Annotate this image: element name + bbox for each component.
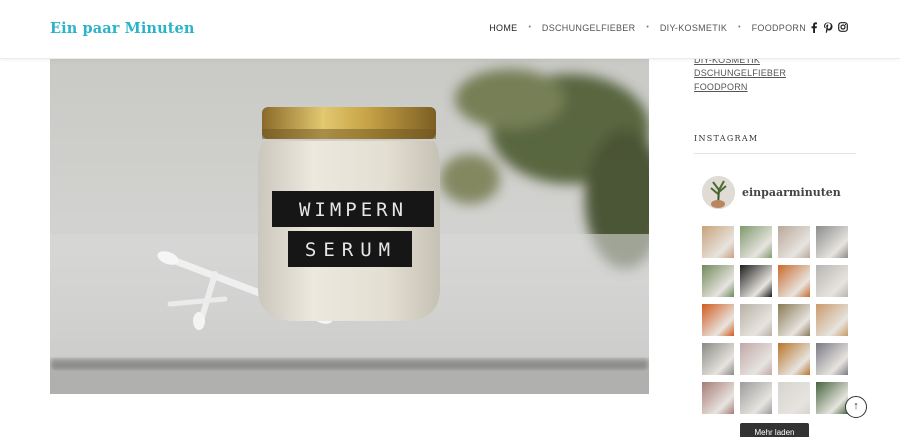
instagram-thumbnail[interactable] [778, 265, 810, 297]
instagram-thumbnail[interactable] [740, 226, 772, 258]
instagram-thumbnail[interactable] [740, 382, 772, 414]
category-link-dschungelfieber[interactable]: DSCHUNGELFIEBER [694, 68, 786, 78]
featured-image[interactable]: WIMPERN SERUM [50, 59, 649, 394]
back-to-top-button[interactable]: ↑ [845, 396, 867, 418]
social-links [810, 22, 848, 33]
category-link-foodporn[interactable]: FOODPORN [694, 82, 748, 92]
nav-item-home[interactable]: HOME [489, 23, 517, 33]
instagram-thumbnail[interactable] [816, 304, 848, 336]
instagram-thumbnail[interactable] [816, 382, 848, 414]
instagram-thumbnail[interactable] [740, 265, 772, 297]
nav-separator: • [738, 24, 741, 31]
nav-item-dschungelfieber[interactable]: DSCHUNGELFIEBER [542, 23, 636, 33]
avatar[interactable] [702, 176, 735, 209]
instagram-thumbnail[interactable] [740, 304, 772, 336]
main-nav: HOME • DSCHUNGELFIEBER • DIY-KOSMETIK • … [489, 22, 848, 33]
instagram-thumbnail[interactable] [816, 343, 848, 375]
facebook-icon[interactable] [810, 22, 818, 33]
instagram-thumbnail[interactable] [816, 226, 848, 258]
instagram-widget-title: INSTAGRAM [694, 134, 759, 143]
nav-item-diy-kosmetik[interactable]: DIY-KOSMETIK [660, 23, 727, 33]
instagram-feed-grid [702, 226, 848, 414]
jar-label-line2: SERUM [305, 239, 397, 261]
instagram-thumbnail[interactable] [740, 343, 772, 375]
load-more-button[interactable]: Mehr laden [740, 423, 809, 437]
instagram-thumbnail[interactable] [778, 226, 810, 258]
nav-separator: • [528, 24, 531, 31]
widget-divider [694, 153, 856, 154]
nav-item-foodporn[interactable]: FOODPORN [752, 23, 806, 33]
site-logo[interactable]: Ein paar Minuten [50, 20, 194, 37]
instagram-thumbnail[interactable] [816, 265, 848, 297]
instagram-thumbnail[interactable] [702, 226, 734, 258]
instagram-thumbnail[interactable] [778, 382, 810, 414]
nav-separator: • [646, 24, 649, 31]
instagram-header: einpaarminuten [702, 176, 841, 209]
jar-label-line1: WIMPERN [299, 199, 407, 221]
pinterest-icon[interactable] [823, 22, 833, 33]
instagram-thumbnail[interactable] [778, 304, 810, 336]
instagram-thumbnail[interactable] [702, 382, 734, 414]
instagram-thumbnail[interactable] [702, 343, 734, 375]
instagram-thumbnail[interactable] [778, 343, 810, 375]
site-header: Ein paar Minuten HOME • DSCHUNGELFIEBER … [0, 0, 900, 59]
instagram-username[interactable]: einpaarminuten [742, 186, 841, 199]
instagram-thumbnail[interactable] [702, 304, 734, 336]
instagram-icon[interactable] [838, 22, 848, 32]
instagram-thumbnail[interactable] [702, 265, 734, 297]
